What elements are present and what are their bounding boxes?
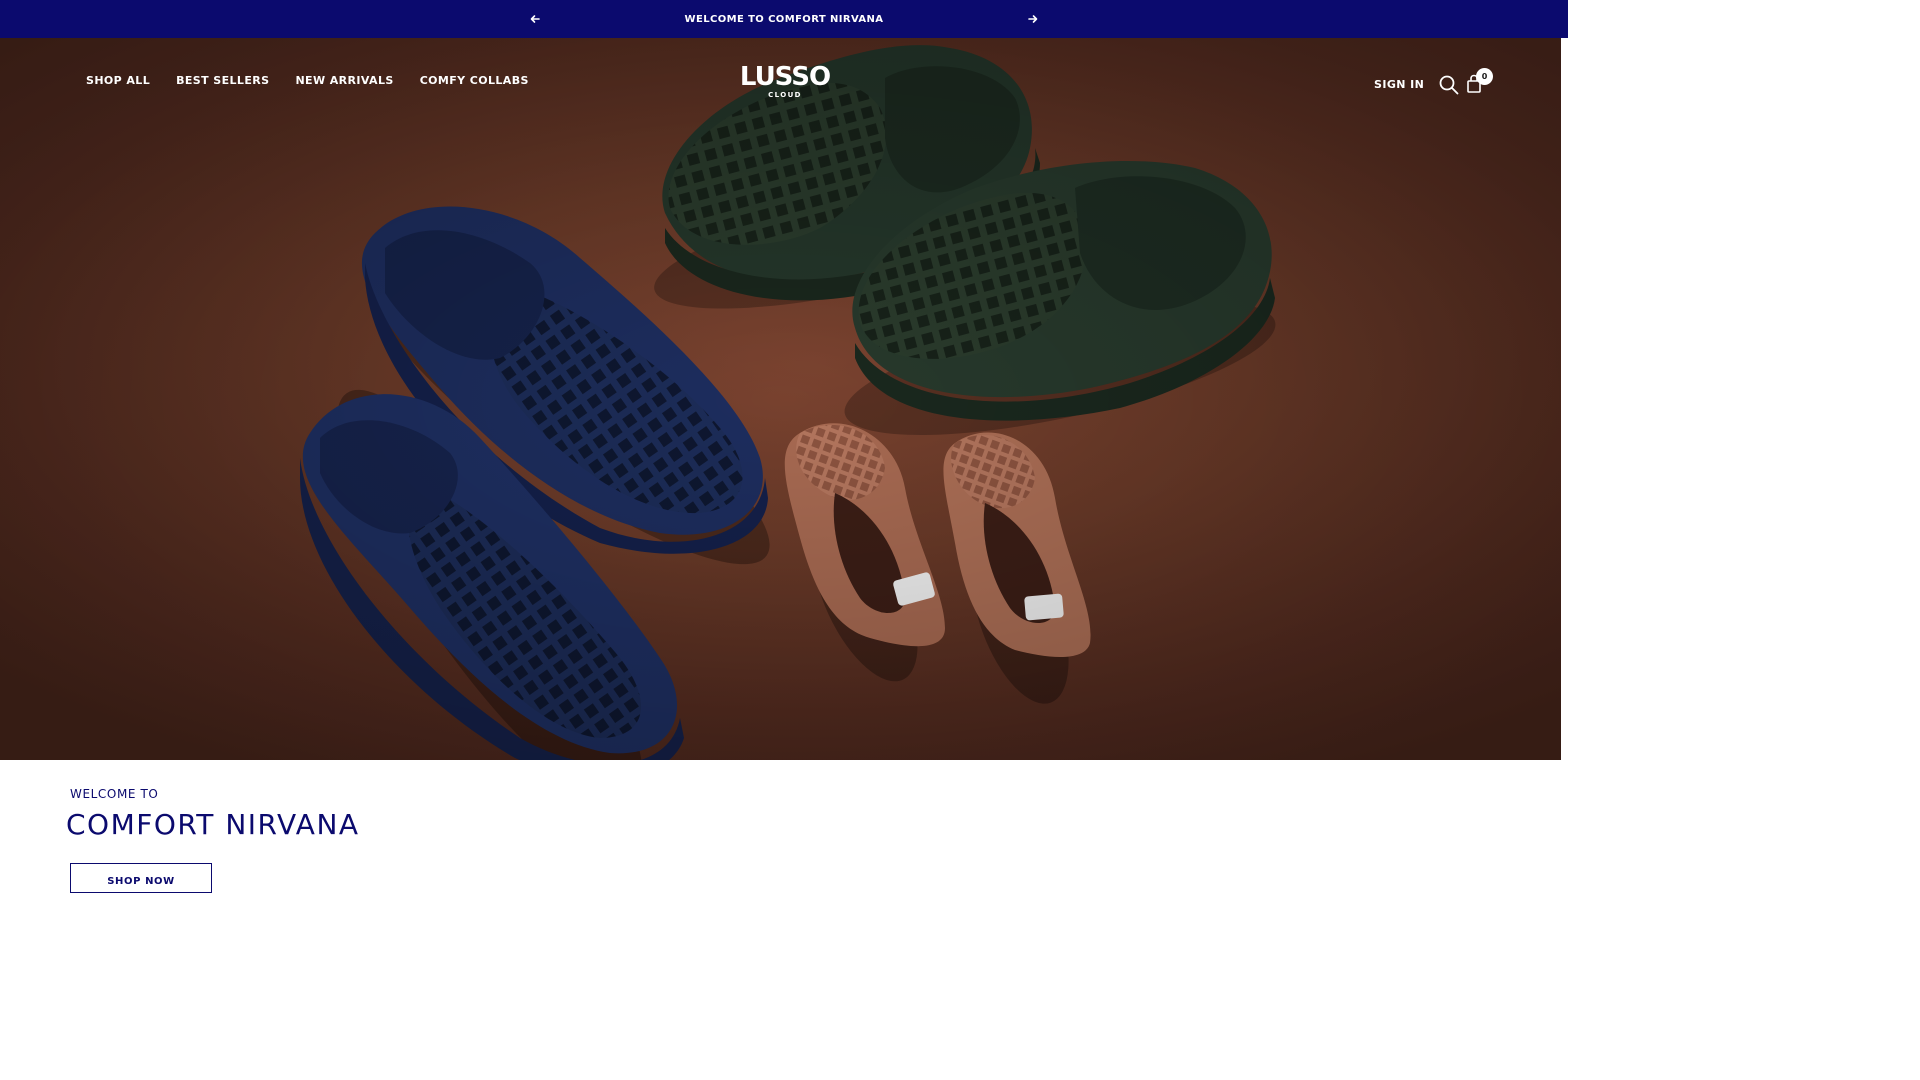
logo-wordmark: LUSSO [739,62,831,92]
brand-logo[interactable]: LUSSO CLOUD [739,64,831,100]
page-edge [1561,38,1568,760]
main-nav: SHOP ALL BEST SELLERS NEW ARRIVALS COMFY… [86,74,529,87]
arrow-left-icon[interactable] [527,11,543,27]
arrow-right-icon[interactable] [1025,11,1041,27]
page-title: COMFORT NIRVANA [66,808,360,841]
shop-now-button[interactable]: SHOP NOW [70,863,212,893]
nav-comfy-collabs[interactable]: COMFY COLLABS [420,74,529,87]
sign-in-link[interactable]: SIGN IN [1374,78,1424,91]
nav-shop-all[interactable]: SHOP ALL [86,74,150,87]
clogs-illustration [0,38,1561,760]
logo-subtitle: CLOUD [768,91,802,99]
nav-best-sellers[interactable]: BEST SELLERS [176,74,269,87]
nav-new-arrivals[interactable]: NEW ARRIVALS [295,74,393,87]
announcement-message: WELCOME TO COMFORT NIRVANA [684,13,884,25]
eyebrow-text: WELCOME TO [70,787,159,801]
announcement-bar: WELCOME TO COMFORT NIRVANA [0,0,1568,38]
search-icon[interactable] [1438,74,1460,96]
cart-count-badge: 0 [1476,68,1493,85]
hero-image [0,38,1561,760]
